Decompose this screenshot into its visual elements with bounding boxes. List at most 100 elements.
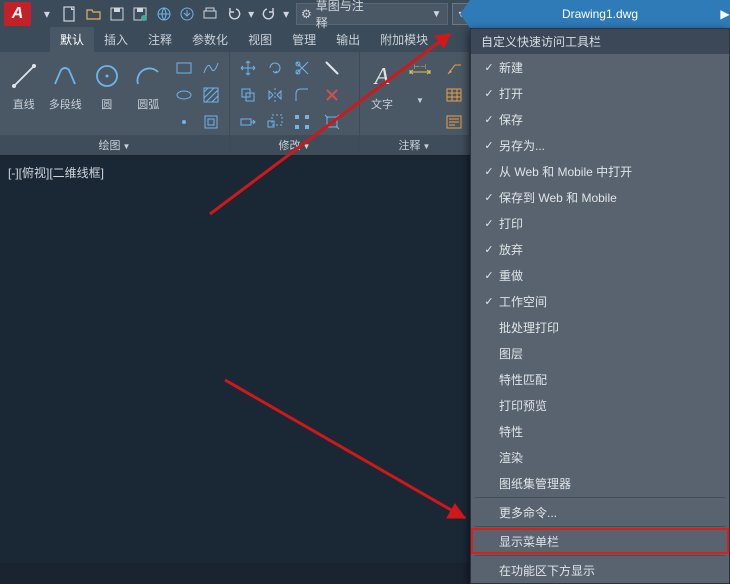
viewport-label[interactable]: [-][俯视][二维线框] <box>8 164 104 181</box>
ellipse-icon[interactable] <box>172 83 196 107</box>
undo-dropdown-icon[interactable]: ▾ <box>246 3 256 25</box>
menu-separator <box>475 526 725 527</box>
svg-text:A: A <box>373 64 390 90</box>
arc-button[interactable]: 圆弧 <box>131 56 167 112</box>
draw-small-tools <box>172 56 223 134</box>
app-menu-arrow[interactable]: ▾ <box>36 3 57 25</box>
trim-icon[interactable] <box>290 56 314 80</box>
title-file-tab[interactable]: Drawing1.dwg ▶ <box>470 0 730 28</box>
stretch-icon[interactable] <box>236 110 260 134</box>
hatch-icon[interactable] <box>199 83 223 107</box>
menu-item-batchplot[interactable]: 批处理打印 <box>471 314 729 340</box>
panel-modify: 修改▼ <box>230 52 360 155</box>
menu-item-saveas[interactable]: ✓另存为... <box>471 132 729 158</box>
save-icon[interactable] <box>106 3 127 25</box>
dimension-button[interactable]: ⊢⊣ ▼ <box>404 56 436 105</box>
polyline-button[interactable]: 多段线 <box>48 56 84 112</box>
table-icon[interactable] <box>442 83 466 107</box>
fillet-icon[interactable] <box>290 83 314 107</box>
tab-manage[interactable]: 管理 <box>282 27 326 52</box>
open-icon[interactable] <box>83 3 104 25</box>
rectangle-icon[interactable] <box>172 56 196 80</box>
menu-item-render[interactable]: 渲染 <box>471 444 729 470</box>
menu-item-print[interactable]: ✓打印 <box>471 210 729 236</box>
undo-icon[interactable] <box>223 3 244 25</box>
chevron-down-icon: ▼ <box>432 9 442 20</box>
mtext-icon[interactable] <box>442 110 466 134</box>
menu-item-undo[interactable]: ✓放弃 <box>471 236 729 262</box>
menu-item-sheetset[interactable]: 图纸集管理器 <box>471 470 729 496</box>
polyline-icon <box>49 60 81 92</box>
menu-item-matchprop[interactable]: 特性匹配 <box>471 366 729 392</box>
panel-modify-title[interactable]: 修改▼ <box>230 135 359 155</box>
plot-icon[interactable] <box>200 3 221 25</box>
spline-icon[interactable] <box>199 56 223 80</box>
qat-customize-menu: 自定义快速访问工具栏 ✓新建 ✓打开 ✓保存 ✓另存为... ✓从 Web 和 … <box>470 28 730 584</box>
circle-icon <box>91 60 123 92</box>
menu-item-morecommands[interactable]: 更多命令... <box>471 499 729 525</box>
offset-icon[interactable] <box>320 56 344 80</box>
redo-icon[interactable] <box>258 3 279 25</box>
menu-separator <box>475 555 725 556</box>
point-icon[interactable] <box>172 110 196 134</box>
check-icon: ✓ <box>479 243 499 256</box>
region-icon[interactable] <box>199 110 223 134</box>
menu-item-properties[interactable]: 特性 <box>471 418 729 444</box>
erase-icon[interactable] <box>320 83 344 107</box>
tab-insert[interactable]: 插入 <box>94 27 138 52</box>
redo-dropdown-icon[interactable]: ▾ <box>281 3 291 25</box>
panel-draw-title[interactable]: 绘图▼ <box>0 135 229 155</box>
tab-view[interactable]: 视图 <box>238 27 282 52</box>
app-logo[interactable]: A <box>4 2 31 26</box>
menu-separator <box>475 497 725 498</box>
saveas-icon[interactable] <box>130 3 151 25</box>
tab-output[interactable]: 输出 <box>326 27 370 52</box>
check-icon: ✓ <box>479 295 499 308</box>
copy-icon[interactable] <box>236 83 260 107</box>
arc-icon <box>132 60 164 92</box>
quick-access-toolbar: A ▾ ▾ ▾ ⚙ 草图与注释 ▼ ▼ <box>0 0 470 28</box>
line-icon <box>8 60 40 92</box>
gear-icon: ⚙ <box>301 7 312 21</box>
check-icon: ✓ <box>479 269 499 282</box>
scale-icon[interactable] <box>263 110 287 134</box>
circle-button[interactable]: 圆 <box>89 56 125 112</box>
file-name: Drawing1.dwg <box>562 7 638 21</box>
save-web-icon[interactable] <box>176 3 197 25</box>
tab-annotate[interactable]: 注释 <box>138 27 182 52</box>
move-icon[interactable] <box>236 56 260 80</box>
leader-icon[interactable] <box>442 56 466 80</box>
menu-item-new[interactable]: ✓新建 <box>471 54 729 80</box>
check-icon: ✓ <box>479 217 499 230</box>
tab-parametric[interactable]: 参数化 <box>182 27 238 52</box>
tab-arrow-right-icon[interactable]: ▶ <box>720 0 730 28</box>
menu-item-save[interactable]: ✓保存 <box>471 106 729 132</box>
menu-item-open[interactable]: ✓打开 <box>471 80 729 106</box>
text-button[interactable]: A 文字 <box>366 56 398 112</box>
tab-default[interactable]: 默认 <box>50 27 94 52</box>
menu-item-workspace[interactable]: ✓工作空间 <box>471 288 729 314</box>
menu-item-show-below-ribbon[interactable]: 在功能区下方显示 <box>471 557 729 583</box>
menu-item-show-menubar[interactable]: 显示菜单栏 <box>471 528 729 554</box>
menu-item-redo[interactable]: ✓重做 <box>471 262 729 288</box>
explode-icon[interactable] <box>320 110 344 134</box>
svg-text:⊢⊣: ⊢⊣ <box>414 64 426 71</box>
check-icon: ✓ <box>479 139 499 152</box>
title-bar: A ▾ ▾ ▾ ⚙ 草图与注释 ▼ ▼ Drawing1.dwg ▶ <box>0 0 730 28</box>
modify-tools <box>236 56 314 134</box>
tab-addins[interactable]: 附加模块 <box>370 27 438 52</box>
mirror-icon[interactable] <box>263 83 287 107</box>
text-icon: A <box>366 60 398 92</box>
new-icon[interactable] <box>60 3 81 25</box>
workspace-dropdown[interactable]: ⚙ 草图与注释 ▼ <box>296 3 448 25</box>
menu-item-plotpreview[interactable]: 打印预览 <box>471 392 729 418</box>
array-icon[interactable] <box>290 110 314 134</box>
menu-item-layer[interactable]: 图层 <box>471 340 729 366</box>
menu-item-open-web[interactable]: ✓从 Web 和 Mobile 中打开 <box>471 158 729 184</box>
panel-annotation: A 文字 ⊢⊣ ▼ 注释▼ <box>360 52 470 155</box>
rotate-icon[interactable] <box>263 56 287 80</box>
line-button[interactable]: 直线 <box>6 56 42 112</box>
panel-annotation-title[interactable]: 注释▼ <box>360 135 469 155</box>
open-web-icon[interactable] <box>153 3 174 25</box>
menu-item-save-web[interactable]: ✓保存到 Web 和 Mobile <box>471 184 729 210</box>
